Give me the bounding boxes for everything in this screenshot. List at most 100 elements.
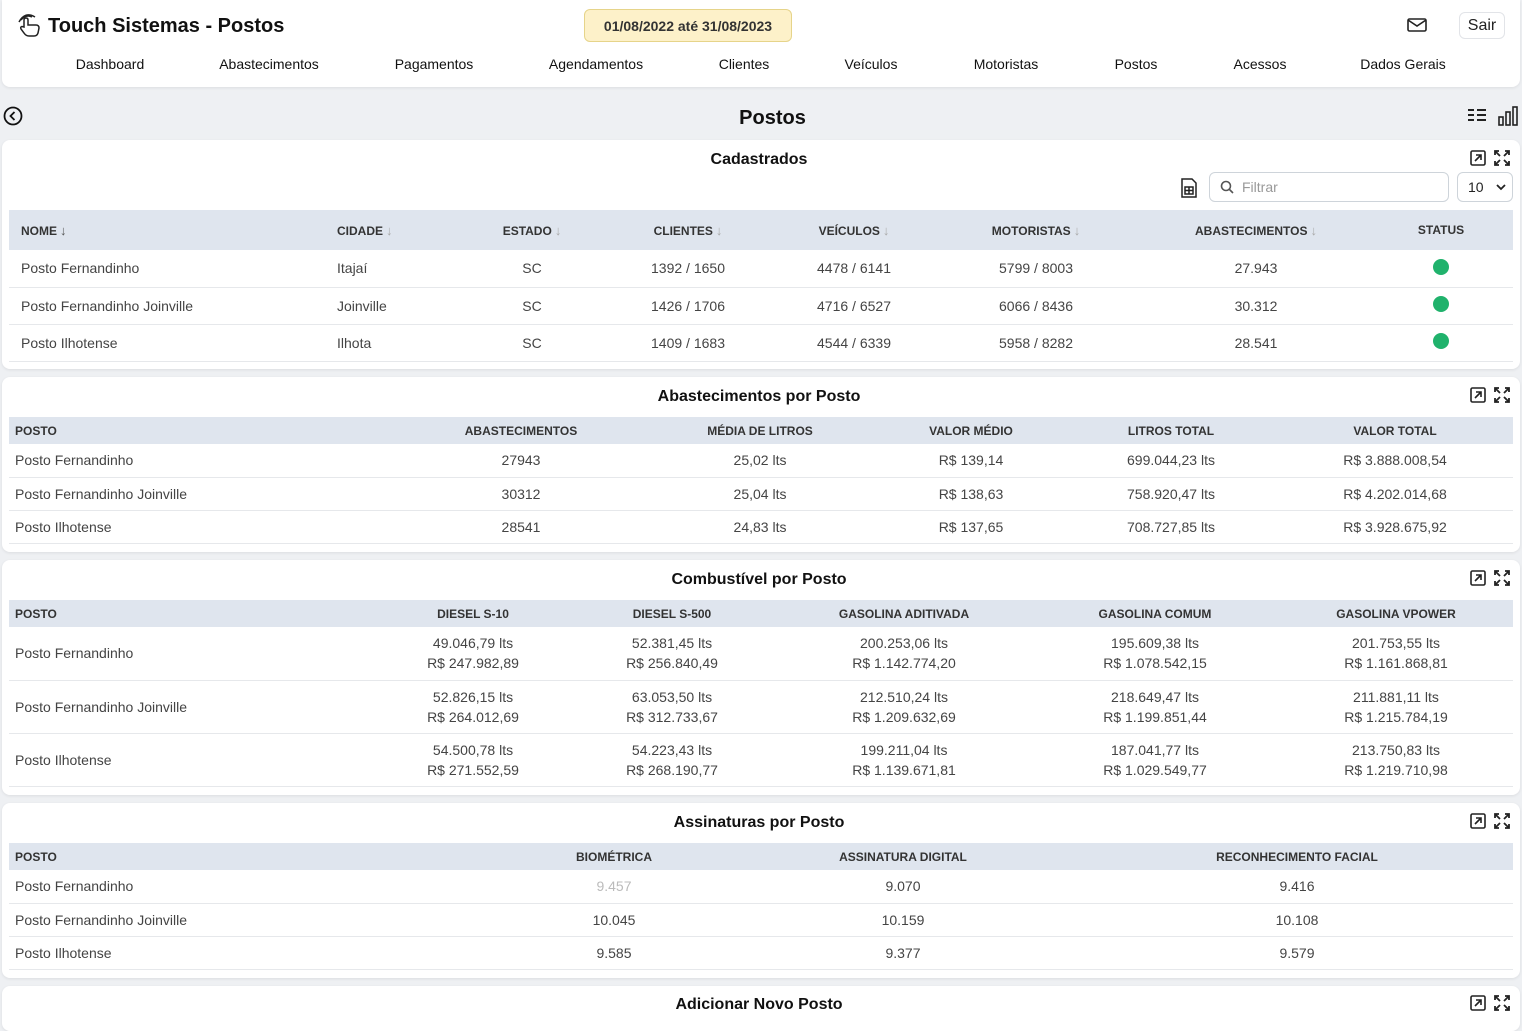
- assinaturas-card: Assinaturas por Posto POSTO BIOMÉTRICA A…: [2, 803, 1520, 978]
- fullscreen-icon[interactable]: [1494, 813, 1510, 829]
- cell-posto: Posto Fernandinho Joinville: [9, 680, 379, 734]
- table-row[interactable]: Posto Fernandinho Itajaí SC 1392 / 1650 …: [9, 250, 1513, 288]
- cell-gasolina-comum: 218.649,47 lts R$ 1.199.851,44: [1031, 680, 1279, 734]
- assinaturas-title: Assinaturas por Posto: [673, 814, 845, 831]
- table-row: Posto Fernandinho Joinville 10.045 10.15…: [9, 903, 1513, 937]
- cell-assinatura-digital: 9.070: [725, 870, 1081, 904]
- external-expand-icon[interactable]: [1470, 995, 1486, 1011]
- combustivel-table: POSTO DIESEL S-10 DIESEL S-500 GASOLINA …: [9, 600, 1513, 787]
- col-assinatura-digital: ASSINATURA DIGITAL: [725, 843, 1081, 870]
- table-row[interactable]: Posto Fernandinho Joinville Joinville SC…: [9, 287, 1513, 325]
- external-expand-icon[interactable]: [1470, 387, 1486, 403]
- table-row[interactable]: Posto Ilhotense Ilhota SC 1409 / 1683 45…: [9, 324, 1513, 362]
- cell-abastecimentos: 30.312: [1143, 287, 1369, 325]
- cell-motoristas: 5799 / 8003: [929, 250, 1143, 288]
- cell-estado: SC: [467, 324, 597, 362]
- table-row: Posto Fernandinho Joinville 30312 25,04 …: [9, 477, 1513, 511]
- table-row: Posto Ilhotense 54.500,78 lts R$ 271.552,…: [9, 733, 1513, 787]
- cell-clientes: 1392 / 1650: [597, 250, 779, 288]
- col-gasolina-aditivada: GASOLINA ADITIVADA: [777, 600, 1031, 627]
- external-expand-icon[interactable]: [1470, 570, 1486, 586]
- cell-veiculos: 4544 / 6339: [779, 324, 929, 362]
- nav-clientes[interactable]: Clientes: [719, 56, 770, 72]
- table-row: Posto Fernandinho 27943 25,02 lts R$ 139…: [9, 444, 1513, 478]
- cell-posto: Posto Fernandinho: [9, 627, 379, 681]
- page-title: Postos: [739, 107, 806, 129]
- col-clientes[interactable]: CLIENTES ↓: [597, 210, 779, 250]
- app-title: Touch Sistemas - Postos: [48, 14, 285, 37]
- cell-posto: Posto Ilhotense: [9, 936, 503, 970]
- bar-chart-icon[interactable]: [1497, 105, 1519, 127]
- cell-nome: Posto Ilhotense: [9, 324, 337, 362]
- nav-motoristas[interactable]: Motoristas: [974, 56, 1039, 72]
- nav-agendamentos[interactable]: Agendamentos: [549, 56, 643, 72]
- cell-gasolina-vpower: 201.753,55 lts R$ 1.161.868,81: [1279, 627, 1513, 681]
- fullscreen-icon[interactable]: [1494, 995, 1510, 1011]
- nav-dados-gerais[interactable]: Dados Gerais: [1360, 56, 1446, 72]
- nav-dashboard[interactable]: Dashboard: [76, 56, 145, 72]
- list-view-icon[interactable]: [1467, 107, 1487, 125]
- table-row: Posto Fernandinho Joinville 52.826,15 lt…: [9, 680, 1513, 734]
- cell-status: [1369, 250, 1513, 288]
- cell-litros-total: 708.727,85 lts: [1065, 510, 1277, 544]
- cell-posto: Posto Fernandinho Joinville: [9, 903, 503, 937]
- brand[interactable]: Touch Sistemas - Postos: [18, 14, 284, 38]
- filter-input[interactable]: Filtrar: [1209, 172, 1449, 202]
- cell-assinatura-digital: 10.159: [725, 903, 1081, 937]
- cadastrados-table: NOME ↓ CIDADE ↓ ESTADO ↓ CLIENTES ↓ VEÍCULOS…: [9, 210, 1513, 362]
- col-cidade[interactable]: CIDADE ↓: [337, 210, 467, 250]
- abastecimentos-card: Abastecimentos por Posto POSTO ABASTECIM…: [2, 377, 1520, 552]
- col-estado[interactable]: ESTADO ↓: [467, 210, 597, 250]
- logout-button[interactable]: Sair: [1459, 12, 1505, 39]
- col-nome[interactable]: NOME ↓: [9, 210, 337, 250]
- cell-diesel-s500: 54.223,43 lts R$ 268.190,77: [567, 733, 777, 787]
- cell-valor-total: R$ 3.928.675,92: [1277, 510, 1513, 544]
- fullscreen-icon[interactable]: [1494, 150, 1510, 166]
- cell-biometrica: 9.457: [503, 870, 725, 904]
- card-actions: [1470, 813, 1510, 829]
- cell-litros-total: 758.920,47 lts: [1065, 477, 1277, 511]
- nav-pagamentos[interactable]: Pagamentos: [395, 56, 474, 72]
- col-biometrica: BIOMÉTRICA: [503, 843, 725, 870]
- cell-motoristas: 6066 / 8436: [929, 287, 1143, 325]
- fullscreen-icon[interactable]: [1494, 570, 1510, 586]
- external-expand-icon[interactable]: [1470, 813, 1486, 829]
- cadastrados-title: Cadastrados: [710, 151, 808, 168]
- cell-reconhecimento-facial: 9.579: [1081, 936, 1513, 970]
- cell-cidade: Itajaí: [337, 250, 467, 288]
- novo-posto-title: Adicionar Novo Posto: [675, 996, 843, 1013]
- nav-acessos[interactable]: Acessos: [1234, 56, 1287, 72]
- page-size-select[interactable]: 10: [1457, 172, 1513, 202]
- nav-postos[interactable]: Postos: [1115, 56, 1158, 72]
- nav-veiculos[interactable]: Veículos: [845, 56, 898, 72]
- cell-cidade: Joinville: [337, 287, 467, 325]
- combustivel-title: Combustível por Posto: [671, 571, 847, 588]
- assinaturas-table: POSTO BIOMÉTRICA ASSINATURA DIGITAL RECO…: [9, 843, 1513, 970]
- status-badge: [1433, 296, 1449, 312]
- chevron-down-icon: [1496, 184, 1506, 191]
- external-expand-icon[interactable]: [1470, 150, 1486, 166]
- fullscreen-icon[interactable]: [1494, 387, 1510, 403]
- cell-diesel-s10: 54.500,78 lts R$ 271.552,59: [379, 733, 567, 787]
- abastecimentos-table: POSTO ABASTECIMENTOS MÉDIA DE LITROS VAL…: [9, 417, 1513, 544]
- col-abastecimentos[interactable]: ABASTECIMENTOS ↓: [1143, 210, 1369, 250]
- cell-reconhecimento-facial: 9.416: [1081, 870, 1513, 904]
- cell-media-litros: 25,02 lts: [643, 444, 877, 478]
- table-row: Posto Ilhotense 28541 24,83 lts R$ 137,6…: [9, 510, 1513, 544]
- cell-abastecimentos: 28.541: [1143, 324, 1369, 362]
- spreadsheet-export-icon[interactable]: [1180, 178, 1198, 198]
- cell-valor-medio: R$ 138,63: [877, 477, 1065, 511]
- col-status[interactable]: STATUS: [1369, 210, 1513, 250]
- nav-abastecimentos[interactable]: Abastecimentos: [219, 56, 319, 72]
- cell-gasolina-vpower: 213.750,83 lts R$ 1.219.710,98: [1279, 733, 1513, 787]
- date-range-button[interactable]: 01/08/2022 até 31/08/2023: [584, 9, 792, 42]
- col-valor-total: VALOR TOTAL: [1277, 417, 1513, 444]
- cell-diesel-s500: 52.381,45 lts R$ 256.840,49: [567, 627, 777, 681]
- col-veiculos[interactable]: VEÍCULOS ↓: [779, 210, 929, 250]
- cell-posto: Posto Ilhotense: [9, 733, 379, 787]
- cell-litros-total: 699.044,23 lts: [1065, 444, 1277, 478]
- col-motoristas[interactable]: MOTORISTAS ↓: [929, 210, 1143, 250]
- envelope-icon[interactable]: [1406, 15, 1428, 35]
- cell-nome: Posto Fernandinho: [9, 250, 337, 288]
- cell-gasolina-comum: 195.609,38 lts R$ 1.078.542,15: [1031, 627, 1279, 681]
